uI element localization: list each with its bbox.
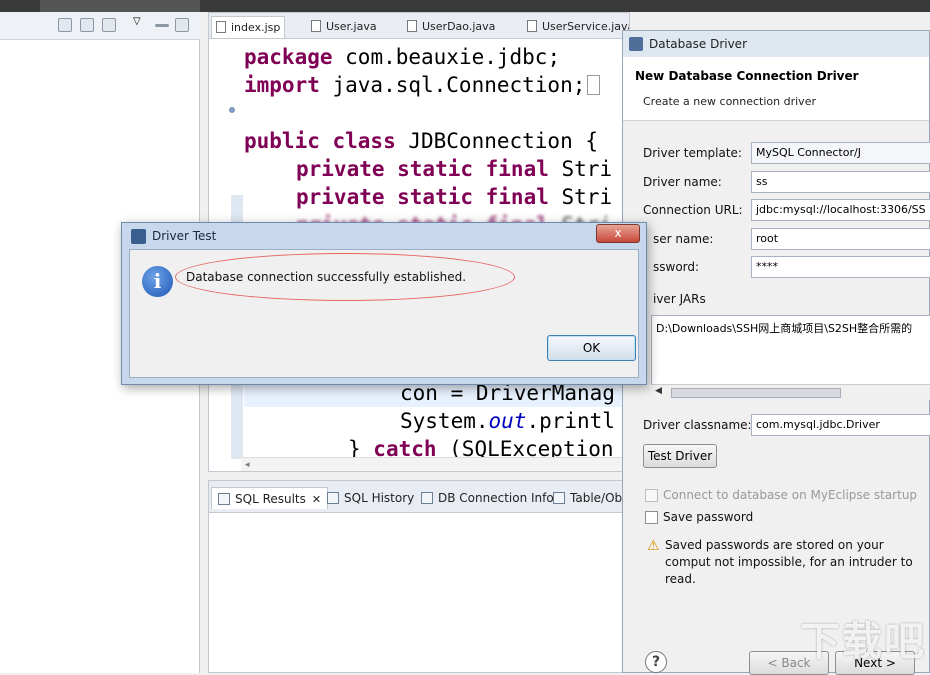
scroll-thumb[interactable] bbox=[671, 388, 841, 398]
user-name-input[interactable]: root bbox=[751, 228, 930, 250]
tab-userservice-java[interactable]: UserService.java bbox=[527, 16, 629, 38]
code-line: import java.sql.Connection; bbox=[244, 71, 601, 99]
code-line: public class JDBConnection { bbox=[244, 129, 599, 153]
java-file-icon bbox=[311, 20, 321, 32]
minimize-icon[interactable] bbox=[155, 24, 169, 27]
top-strip bbox=[0, 0, 930, 12]
bottom-panel: SQL Results ✕ SQL History DB Connection I… bbox=[208, 480, 628, 673]
left-panel-toolbar: ▽ bbox=[0, 12, 200, 40]
connection-url-label: Connection URL: bbox=[643, 203, 743, 217]
code-line: } catch (SQLException bbox=[348, 437, 614, 459]
info-icon: i bbox=[142, 266, 173, 297]
tab-label: SQL Results bbox=[235, 492, 306, 506]
tab-label: UserService.java bbox=[542, 20, 629, 33]
code-line: System.out.printl bbox=[400, 409, 615, 433]
myeclipse-icon bbox=[131, 229, 146, 244]
driver-template-label: Driver template: bbox=[643, 146, 742, 160]
code-line: package com.beauxie.jdbc; bbox=[244, 45, 561, 69]
tab-label: Table/Obj bbox=[570, 491, 626, 505]
warning-icon: ⚠ bbox=[647, 538, 660, 554]
success-message: Database connection successfully establi… bbox=[186, 270, 467, 284]
tab-db-connection-info[interactable]: DB Connection Info bbox=[421, 487, 554, 509]
tab-label: SQL History bbox=[344, 491, 415, 505]
dialog-heading: New Database Connection Driver bbox=[635, 69, 859, 83]
code-line: private static final Stri bbox=[296, 157, 613, 181]
link-icon[interactable] bbox=[80, 18, 94, 32]
connection-url-input[interactable]: jdbc:mysql://localhost:3306/SS bbox=[751, 199, 930, 221]
java-file-icon bbox=[407, 20, 417, 32]
driver-name-label: Driver name: bbox=[643, 175, 722, 189]
tab-index-jsp[interactable]: index.jsp bbox=[211, 16, 286, 38]
database-icon bbox=[421, 492, 433, 504]
table-icon bbox=[218, 493, 230, 505]
tab-label: User.java bbox=[326, 20, 377, 33]
password-input[interactable]: **** bbox=[751, 256, 930, 278]
table-icon bbox=[553, 492, 565, 504]
driver-template-select[interactable]: MySQL Connector/J bbox=[751, 142, 930, 164]
dialog-header: New Database Connection Driver Create a … bbox=[623, 57, 929, 121]
code-line: private static final Stri bbox=[296, 185, 613, 209]
tab-sql-history[interactable]: SQL History bbox=[327, 487, 414, 509]
sync-icon[interactable] bbox=[102, 18, 116, 32]
driver-jars-list[interactable]: D:\Downloads\SSH网上商城项目\S2SH整合所需的 bbox=[651, 315, 930, 393]
driver-name-input[interactable]: ss bbox=[751, 171, 930, 193]
file-icon bbox=[216, 21, 226, 33]
jar-list-item[interactable]: D:\Downloads\SSH网上商城项目\S2SH整合所需的 bbox=[656, 320, 912, 336]
jar-list-scrollbar[interactable]: ◀ bbox=[651, 384, 930, 400]
dialog-title: Database Driver bbox=[649, 37, 747, 51]
connect-startup-label: Connect to database on MyEclipse startup bbox=[663, 488, 918, 502]
close-button[interactable]: x bbox=[596, 224, 640, 243]
tab-label: UserDao.java bbox=[422, 20, 496, 33]
tab-label: index.jsp bbox=[231, 21, 281, 34]
test-driver-button[interactable]: Test Driver bbox=[643, 444, 717, 468]
password-warning-text: Saved passwords are stored on your compu… bbox=[665, 538, 913, 586]
history-icon bbox=[327, 492, 339, 504]
view-menu-icon[interactable]: ▽ bbox=[133, 16, 147, 30]
save-password-checkbox[interactable] bbox=[645, 511, 658, 524]
collapse-icon[interactable] bbox=[58, 18, 72, 32]
dialog-subheading: Create a new connection driver bbox=[643, 95, 816, 108]
maximize-icon[interactable] bbox=[175, 18, 189, 32]
java-file-icon bbox=[527, 20, 537, 32]
scroll-left-icon[interactable]: ◀ bbox=[655, 386, 662, 396]
close-tab-icon[interactable]: ✕ bbox=[312, 493, 321, 506]
driver-jars-label: iver JARs bbox=[653, 292, 706, 306]
top-strip-segment bbox=[40, 0, 200, 12]
driver-test-dialog: Driver Test x i Database connection succ… bbox=[121, 222, 647, 385]
save-password-label: Save password bbox=[663, 510, 754, 524]
tab-table-object[interactable]: Table/Obj bbox=[553, 487, 625, 509]
driver-test-title-bar: Driver Test bbox=[122, 223, 646, 249]
database-driver-dialog: Database Driver New Database Connection … bbox=[622, 30, 930, 675]
dialog-title-bar: Database Driver bbox=[623, 31, 929, 57]
fold-marker-icon bbox=[229, 107, 235, 113]
watermark-logo: 下载吧 bbox=[800, 619, 926, 665]
bottom-tab-bar: SQL Results ✕ SQL History DB Connection I… bbox=[209, 481, 627, 513]
user-name-label: ser name: bbox=[653, 232, 714, 246]
tab-userdao-java[interactable]: UserDao.java bbox=[407, 16, 495, 38]
connect-startup-checkbox[interactable] bbox=[645, 489, 658, 502]
myeclipse-icon bbox=[629, 37, 643, 51]
editor-tab-bar: index.jsp User.java UserDao.java UserSer… bbox=[209, 13, 629, 39]
password-label: ssword: bbox=[653, 260, 700, 274]
driver-classname-input[interactable]: com.mysql.jdbc.Driver bbox=[751, 414, 930, 436]
help-icon[interactable]: ? bbox=[645, 651, 667, 673]
driver-test-title: Driver Test bbox=[152, 229, 217, 243]
editor-horizontal-scrollbar[interactable]: ◂ bbox=[241, 457, 629, 471]
ok-button[interactable]: OK bbox=[547, 335, 636, 361]
folded-imports-icon[interactable] bbox=[587, 75, 601, 95]
tab-label: DB Connection Info bbox=[438, 491, 554, 505]
tab-user-java[interactable]: User.java bbox=[311, 16, 377, 38]
driver-test-body: i Database connection successfully estab… bbox=[129, 249, 639, 378]
tab-sql-results[interactable]: SQL Results ✕ bbox=[211, 487, 329, 509]
driver-classname-label: Driver classname: bbox=[643, 418, 752, 432]
